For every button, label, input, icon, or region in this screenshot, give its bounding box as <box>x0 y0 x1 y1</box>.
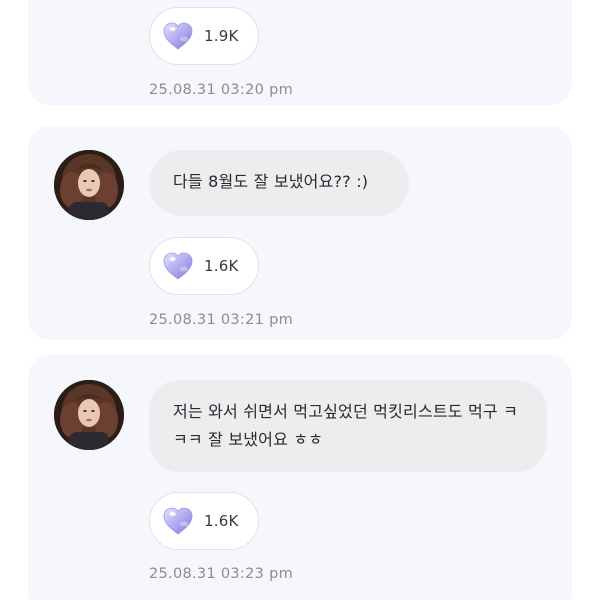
message-bubble: 저는 와서 쉬면서 먹고싶었던 먹킷리스트도 먹구 ㅋㅋㅋ 잘 보냈어요 ㅎㅎ <box>149 380 547 472</box>
avatar[interactable] <box>54 150 124 220</box>
message-timestamp: 25.08.31 03:21 pm <box>149 312 294 328</box>
profile-photo-icon <box>54 380 124 450</box>
avatar[interactable] <box>54 380 124 450</box>
like-count: 1.6K <box>204 512 239 530</box>
message-timestamp: 25.08.31 03:20 pm <box>149 82 294 98</box>
heart-icon <box>163 507 193 535</box>
profile-photo-icon <box>54 150 124 220</box>
like-count: 1.9K <box>204 27 239 45</box>
chat-feed: 1.9K 25.08.31 03:20 pm 다들 8월도 잘 보냈어요?? :… <box>0 0 600 600</box>
heart-icon <box>163 252 193 280</box>
message-card <box>28 0 572 105</box>
message-timestamp: 25.08.31 03:23 pm <box>149 566 294 582</box>
heart-icon <box>163 22 193 50</box>
like-count: 1.6K <box>204 257 239 275</box>
message-bubble: 다들 8월도 잘 보냈어요?? :) <box>149 150 409 216</box>
like-button[interactable]: 1.9K <box>149 7 259 65</box>
like-button[interactable]: 1.6K <box>149 492 259 550</box>
like-button[interactable]: 1.6K <box>149 237 259 295</box>
